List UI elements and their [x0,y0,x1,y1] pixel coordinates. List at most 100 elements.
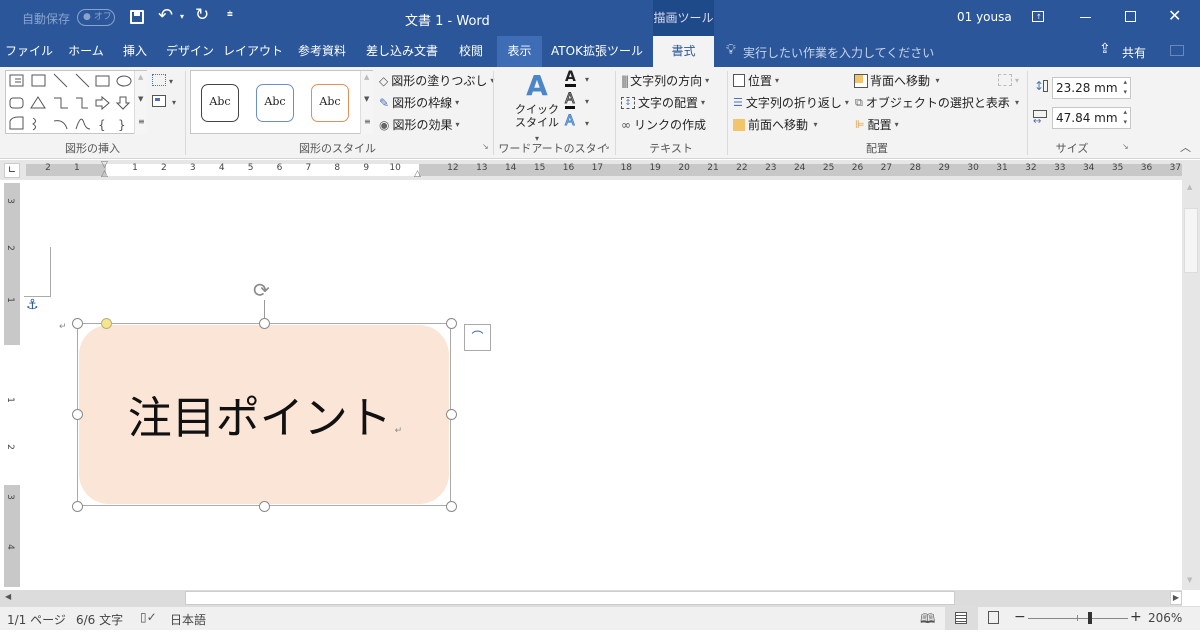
tab-format[interactable]: 書式 [653,36,714,67]
tab-design[interactable]: デザイン [162,36,218,67]
zoom-in-button[interactable]: + [1130,609,1142,625]
tab-references[interactable]: 参考資料 [290,36,354,67]
horizontal-scrollbar[interactable]: ◀ ▶ [0,590,1182,606]
selection-pane-button[interactable]: ⧉ オブジェクトの選択と表示 [855,94,1010,111]
zoom-slider[interactable] [1028,618,1128,619]
tab-file[interactable]: ファイル [0,36,58,67]
shape-effects-button[interactable]: ◉ 図形の効果 ▾ [379,116,460,133]
shape-style-sample[interactable]: Abc [256,84,294,122]
redo-icon[interactable]: ↻ [195,5,209,25]
tab-view[interactable]: 表示 [497,36,542,67]
close-icon[interactable]: ✕ [1168,6,1181,25]
dialog-launcher-icon[interactable]: ↘ [1122,142,1129,151]
text-effects-icon[interactable]: A [565,114,576,129]
text-box-icon[interactable] [152,95,166,107]
horizontal-ruler[interactable]: ∟ ▽ △ △ 2 1 1 2 3 4 5 6 7 8 9 10 12 13 14 15 16 17 18 19 20 2… [0,160,1200,180]
quick-styles-button[interactable]: A クイック スタイル ▾ [513,69,561,143]
horizontal-scroll-thumb[interactable] [185,591,955,605]
shape-styles-gallery[interactable]: Abc Abc Abc ▲ ▼ ≡ [190,70,373,134]
resize-handle[interactable] [72,318,83,329]
align-button[interactable]: ⊫ 配置 ▾ [855,116,899,133]
text-fill-icon[interactable]: A [565,70,576,87]
right-indent-marker[interactable]: △ [414,169,421,179]
shape-style-sample[interactable]: Abc [201,84,239,122]
dialog-launcher-icon[interactable]: ↘ [603,142,610,151]
shape-text[interactable]: 注目ポイント ↵ [78,382,452,446]
shapes-gallery-scroll[interactable]: ▲ ▼ ≡ [134,71,147,134]
zoom-out-button[interactable]: − [1014,609,1026,625]
autosave-toggle[interactable]: ● オフ [77,9,115,26]
page-count[interactable]: 1/1 ページ [7,611,66,628]
height-spinner[interactable]: ▴ ▾ [1123,77,1127,97]
tab-layout[interactable]: レイアウト [222,36,284,67]
width-spinner[interactable]: ▴ ▾ [1123,107,1127,127]
tab-home[interactable]: ホーム [62,36,110,67]
maximize-icon[interactable] [1125,11,1136,22]
document-canvas[interactable]: ⚓︎ ↵ 注目ポイント ↵ ⟳ ⌒ [24,182,1182,588]
send-backward-button[interactable]: 背面へ移動 ▾ [854,72,940,89]
undo-dropdown-icon[interactable]: ▾ [180,12,184,21]
collapse-ribbon-icon[interactable]: ︿ [1180,139,1191,155]
group-objects-icon[interactable] [998,74,1012,86]
tab-atok[interactable]: ATOK拡張ツール [547,36,647,67]
vertical-scroll-thumb[interactable] [1184,208,1198,273]
resize-handle[interactable] [259,501,270,512]
customize-qat-icon[interactable]: ⩧ [227,9,233,20]
left-indent-marker[interactable]: △ [101,169,108,179]
svg-text:}: } [118,118,126,132]
shape-width-input[interactable]: 47.84 mm ▴ ▾ [1052,107,1131,129]
position-button[interactable]: 位置 ▾ [733,72,779,89]
shape-style-sample[interactable]: Abc [311,84,349,122]
read-mode-icon[interactable]: 🕮︎ [920,610,935,632]
word-count[interactable]: 6/6 文字 [76,611,123,628]
save-icon[interactable] [130,10,144,24]
rotate-icon[interactable]: ⊿ [997,94,1007,108]
resize-handle[interactable] [446,409,457,420]
tab-mailings[interactable]: 差し込み文書 [362,36,442,67]
wrap-text-label: 文字列の折り返し [745,96,842,110]
ribbon-display-icon[interactable]: ↑ [1032,11,1044,22]
shape-fill-button[interactable]: ◇図形の塗りつぶし▾ [379,72,494,89]
layout-options-button[interactable]: ⌒ [464,324,491,351]
share-button[interactable]: 共有 [1122,44,1146,61]
adjust-handle[interactable] [101,318,112,329]
tell-me-input[interactable]: 実行したい作業を入力してください [743,44,934,61]
minimize-icon[interactable] [1080,17,1091,18]
edit-shape-icon[interactable] [152,74,166,86]
scroll-down-icon[interactable]: ▼ [1187,576,1192,584]
wrap-text-button[interactable]: ☰ 文字列の折り返し ▾ [733,94,849,111]
language-indicator[interactable]: 日本語 [170,611,206,628]
rotate-handle-icon[interactable]: ⟳ [253,278,270,302]
bring-forward-button[interactable]: 前面へ移動 ▾ [733,116,818,133]
proofing-icon[interactable]: ▯✓ [140,610,157,624]
resize-handle[interactable] [446,501,457,512]
print-layout-button[interactable] [945,607,978,630]
resize-handle[interactable] [446,318,457,329]
rounded-rectangle-shape[interactable]: 注目ポイント ↵ [77,323,451,506]
shapes-gallery[interactable]: { } ▲ ▼ ≡ [5,70,147,134]
scroll-left-icon[interactable]: ◀ [5,592,11,601]
resize-handle[interactable] [72,409,83,420]
undo-icon[interactable]: ↶ [158,5,173,26]
vertical-scrollbar[interactable]: ▲ ▼ [1182,180,1200,590]
zoom-slider-thumb[interactable] [1088,612,1092,624]
create-link-button[interactable]: ∞ リンクの作成 [621,116,706,133]
text-outline-icon[interactable]: A [565,92,575,109]
shape-styles-scroll[interactable]: ▲ ▼ ≡ [360,71,373,134]
tab-selector-icon[interactable]: ∟ [4,163,20,178]
resize-handle[interactable] [72,501,83,512]
text-direction-button[interactable]: ||| 文字列の方向 ▾ [621,72,709,89]
shape-outline-button[interactable]: ✎ 図形の枠線 ▾ [379,94,459,111]
tab-review[interactable]: 校閲 [450,36,492,67]
web-layout-icon[interactable] [988,611,999,624]
scroll-up-icon[interactable]: ▲ [1187,183,1192,191]
user-name[interactable]: 01 yousa [957,10,1012,24]
align-text-button[interactable]: ↕ 文字の配置 ▾ [621,94,705,111]
dialog-launcher-icon[interactable]: ↘ [482,142,489,151]
shape-height-input[interactable]: 23.28 mm ▴ ▾ [1052,77,1131,99]
comments-icon[interactable] [1170,45,1184,56]
zoom-level[interactable]: 206% [1148,611,1182,625]
resize-handle[interactable] [259,318,270,329]
tab-insert[interactable]: 挿入 [114,36,156,67]
scroll-right-icon[interactable]: ▶ [1170,591,1182,605]
